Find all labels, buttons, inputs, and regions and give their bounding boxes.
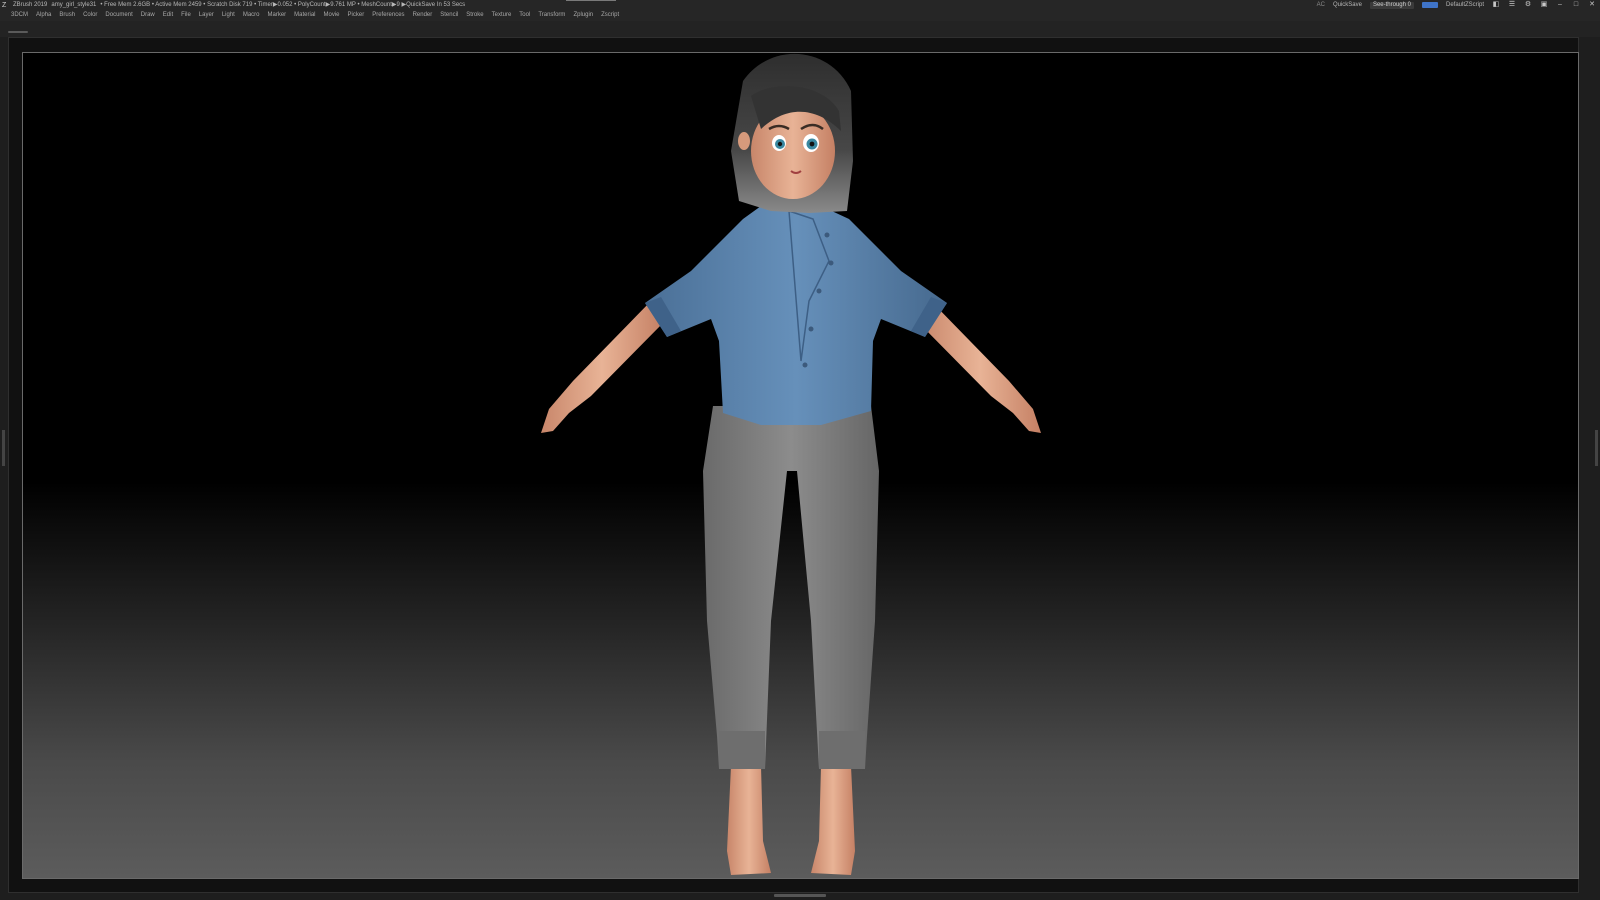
right-arm [919, 301, 1041, 433]
feet [727, 766, 855, 875]
bottom-tray-handle[interactable] [774, 894, 826, 897]
menu-item-document[interactable]: Document [101, 10, 136, 21]
menu-icon[interactable]: ⚙ [1524, 0, 1532, 10]
menu-item-picker[interactable]: Picker [344, 10, 369, 21]
menu-item-tool[interactable]: Tool [515, 10, 534, 21]
menu-item-stroke[interactable]: Stroke [462, 10, 487, 21]
menu-item-file[interactable]: File [177, 10, 195, 21]
menu-item-zplugin[interactable]: Zplugin [569, 10, 597, 21]
see-through-label: See-through 0 [1372, 1, 1411, 8]
status-readout: • Free Mem 2.6GB • Active Mem 2459 • Scr… [100, 2, 466, 8]
menus-toggle-button[interactable] [1421, 2, 1438, 8]
menu-item-movie[interactable]: Movie [320, 10, 344, 21]
menu-item-texture[interactable]: Texture [488, 10, 516, 21]
menu-item-macro[interactable]: Macro [239, 10, 264, 21]
shirt [645, 206, 947, 425]
layout-icon[interactable]: ☰ [1508, 0, 1516, 10]
active-tab-indicator [566, 0, 616, 1]
menu-item-brush[interactable]: Brush [55, 10, 79, 21]
menu-bar: 3DCM Alpha Brush Color Document Draw Edit File L… [0, 10, 1600, 21]
left-tray-handle[interactable] [2, 430, 5, 466]
menu-item-marker[interactable]: Marker [264, 10, 291, 21]
dock-icon[interactable]: ▣ [1540, 0, 1548, 10]
app-name: ZBrush 2019 [13, 2, 48, 8]
menu-item-render[interactable]: Render [409, 10, 437, 21]
swatch-icon[interactable]: ◧ [1492, 0, 1500, 10]
menu-item-edit[interactable]: Edit [159, 10, 177, 21]
zbrush-logo-icon: Z [2, 1, 7, 9]
right-tray-handle[interactable] [1595, 430, 1598, 466]
document-canvas[interactable] [22, 52, 1579, 879]
menu-item-3dcm[interactable]: 3DCM [7, 10, 32, 21]
menu-item-color[interactable]: Color [79, 10, 101, 21]
title-bar: Z ZBrush 2019 amy_girl_style31 • Free Me… [0, 0, 1600, 10]
document-name: amy_girl_style31 [51, 2, 97, 8]
menu-item-preferences[interactable]: Preferences [368, 10, 408, 21]
close-icon[interactable]: ✕ [1588, 0, 1596, 10]
menu-item-transform[interactable]: Transform [534, 10, 569, 21]
menu-item-zscript[interactable]: Zscript [597, 10, 623, 21]
script-selector[interactable]: DefaultZScript [1446, 0, 1484, 10]
menu-item-material[interactable]: Material [290, 10, 319, 21]
menu-item-stencil[interactable]: Stencil [436, 10, 462, 21]
see-through-slider[interactable]: See-through 0 [1369, 1, 1414, 9]
left-arm [541, 301, 663, 433]
menu-item-light[interactable]: Light [218, 10, 239, 21]
pants [703, 406, 879, 769]
menu-item-draw[interactable]: Draw [137, 10, 159, 21]
shelf-grip[interactable] [8, 31, 28, 33]
maximize-icon[interactable]: □ [1572, 0, 1580, 10]
menu-item-alpha[interactable]: Alpha [32, 10, 55, 21]
quicksave-button[interactable]: QuickSave [1333, 0, 1362, 10]
ac-toggle[interactable]: AC [1317, 0, 1325, 10]
top-shelf [0, 21, 1600, 37]
character-model [541, 53, 1041, 875]
minimize-icon[interactable]: – [1556, 0, 1564, 10]
menu-item-layer[interactable]: Layer [195, 10, 218, 21]
